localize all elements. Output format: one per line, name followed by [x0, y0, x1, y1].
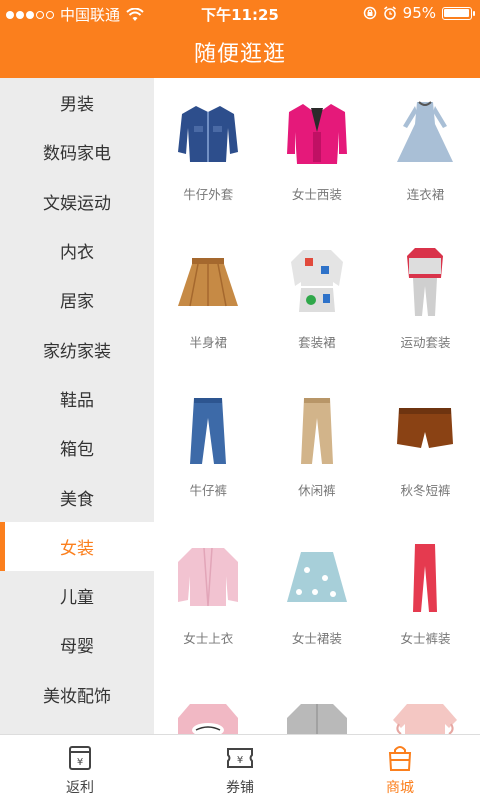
casual-pants-icon — [300, 398, 333, 464]
sidebar-item-0[interactable]: 男装 — [0, 78, 154, 127]
sidebar-item-label: 数码家电 — [43, 144, 111, 165]
svg-text:¥: ¥ — [237, 755, 243, 766]
blazer-icon — [286, 104, 347, 164]
svg-text:¥: ¥ — [77, 757, 83, 768]
product-label: 半身裙 — [189, 335, 228, 350]
sidebar-item-label: 儿童 — [60, 588, 94, 609]
product-item[interactable]: 休闲裤 — [263, 388, 372, 536]
battery-icon — [442, 6, 475, 20]
product-label: 秋冬短裤 — [400, 483, 451, 498]
skirt-set-icon — [290, 250, 343, 312]
product-label: 套装裙 — [298, 335, 336, 350]
category-sidebar[interactable]: 男装数码家电文娱运动内衣居家家纺家装鞋品箱包美食女装儿童母婴美妆配饰 — [0, 78, 154, 734]
product-item[interactable]: 秋冬短裤 — [371, 388, 480, 536]
rotation-lock-icon — [363, 6, 376, 20]
sidebar-item-9[interactable]: 女装 — [0, 521, 154, 572]
dress-icon — [397, 101, 454, 162]
sidebar-item-12[interactable]: 美妆配饰 — [0, 670, 154, 719]
sidebar-item-label: 男装 — [60, 95, 94, 116]
tab-label: 券铺 — [226, 780, 254, 796]
jeans-icon — [190, 398, 227, 464]
tab-label: 返利 — [66, 780, 94, 796]
coupon-icon: ¥ — [227, 748, 253, 768]
rebate-icon: ¥ — [69, 746, 91, 770]
denim-jacket-icon — [178, 106, 239, 162]
product-item[interactable]: 女士裤装 — [371, 536, 480, 684]
sidebar-item-label: 文娱运动 — [43, 193, 111, 214]
product-label: 女士上衣 — [183, 631, 234, 646]
product-item[interactable]: 牛仔裤 — [154, 388, 263, 536]
page-title: 随便逛逛 — [193, 42, 286, 67]
bottom-tab-bar: ¥ 返利 ¥ 券铺 商城 — [0, 734, 480, 800]
sidebar-item-4[interactable]: 居家 — [0, 275, 154, 324]
sidebar-item-label: 居家 — [60, 292, 94, 313]
sidebar-item-label: 美食 — [60, 489, 94, 510]
sidebar-item-1[interactable]: 数码家电 — [0, 127, 154, 176]
sidebar-item-8[interactable]: 美食 — [0, 472, 154, 521]
product-label: 休闲裤 — [298, 483, 336, 498]
shorts-icon — [397, 408, 454, 448]
red-pants-icon — [413, 544, 438, 612]
product-label: 运动套装 — [400, 335, 451, 350]
product-grid-panel[interactable]: 牛仔外套 女士西装 连衣裙半身裙 套装裙 运动套装牛仔裤 休闲裤 秋冬短裤女士上衣 女士裙装 女… — [154, 78, 480, 734]
product-item[interactable]: 牛仔外套 — [154, 92, 263, 240]
sidebar-item-label: 美妆配饰 — [43, 686, 111, 707]
product-item[interactable] — [263, 684, 372, 734]
sidebar-item-2[interactable]: 文娱运动 — [0, 177, 154, 226]
sidebar-item-label: 鞋品 — [60, 390, 94, 411]
tab-label: 商城 — [386, 780, 414, 796]
product-item[interactable] — [154, 684, 263, 734]
product-item[interactable]: 半身裙 — [154, 240, 263, 388]
sidebar-item-7[interactable]: 箱包 — [0, 423, 154, 472]
cardigan-icon — [178, 547, 239, 607]
product-label: 牛仔裤 — [189, 483, 228, 498]
product-item[interactable]: 女士上衣 — [154, 536, 263, 684]
sidebar-item-10[interactable]: 儿童 — [0, 571, 154, 620]
sidebar-item-label: 家纺家装 — [43, 341, 111, 362]
floral-skirt-icon — [286, 552, 347, 602]
sidebar-item-label: 母婴 — [60, 637, 94, 658]
tab-rebate[interactable]: ¥ 返利 — [0, 735, 160, 800]
alarm-icon — [383, 6, 396, 20]
tracksuit-icon — [407, 248, 444, 316]
skirt-icon — [178, 258, 239, 307]
product-label: 女士西装 — [291, 187, 342, 202]
product-label: 连衣裙 — [406, 187, 445, 202]
header: 中国联通 下午11:25 95% 随便逛逛 — [0, 0, 480, 78]
sweater-icon — [178, 704, 239, 734]
sidebar-item-label: 女装 — [60, 538, 94, 559]
tab-coupon[interactable]: ¥ 券铺 — [160, 735, 320, 800]
battery-percent: 95% — [402, 4, 436, 22]
sidebar-item-5[interactable]: 家纺家装 — [0, 324, 154, 373]
product-item[interactable]: 运动套装 — [371, 240, 480, 388]
sidebar-item-11[interactable]: 母婴 — [0, 620, 154, 669]
product-item[interactable]: 连衣裙 — [371, 92, 480, 240]
shopping-bag-icon — [388, 746, 412, 771]
status-bar: 中国联通 下午11:25 95% — [0, 0, 480, 26]
sidebar-item-label: 箱包 — [60, 440, 94, 461]
product-item[interactable] — [371, 684, 480, 734]
blouse-icon — [393, 704, 458, 734]
product-label: 牛仔外套 — [183, 187, 234, 202]
product-label: 女士裤装 — [400, 631, 451, 646]
product-item[interactable]: 女士西装 — [263, 92, 372, 240]
sidebar-item-3[interactable]: 内衣 — [0, 226, 154, 275]
tab-shopping-bag[interactable]: 商城 — [320, 735, 480, 800]
coat-icon — [286, 704, 347, 734]
product-label: 女士裙装 — [291, 631, 342, 646]
product-item[interactable]: 套装裙 — [263, 240, 372, 388]
sidebar-item-6[interactable]: 鞋品 — [0, 374, 154, 423]
sidebar-item-label: 内衣 — [60, 243, 94, 264]
product-item[interactable]: 女士裙装 — [263, 536, 372, 684]
product-grid: 牛仔外套 女士西装 连衣裙半身裙 套装裙 运动套装牛仔裤 休闲裤 秋冬短裤女士上衣 女士裙装 女… — [154, 78, 480, 734]
